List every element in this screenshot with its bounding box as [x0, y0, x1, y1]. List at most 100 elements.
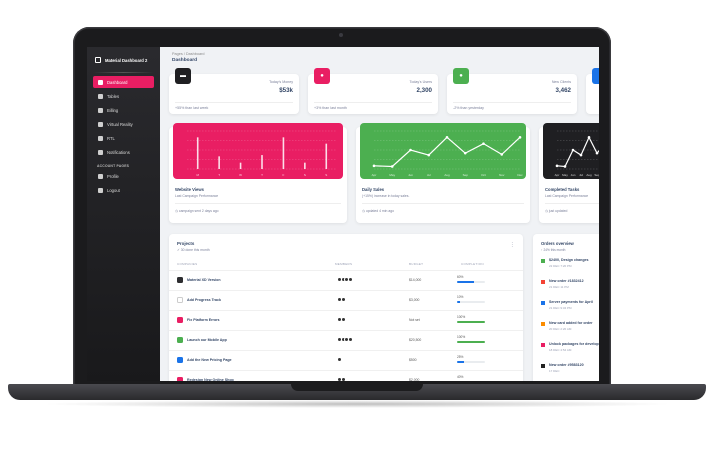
person-icon — [98, 173, 103, 179]
sidebar-account-nav: Profile Logout — [87, 170, 160, 196]
stat-card-users: ● Today's Users 2,300 +3% than last mont… — [308, 68, 438, 114]
x-tick-label: Jul — [579, 173, 583, 177]
order-text: $2400, Design changes — [549, 258, 589, 262]
project-name: Launch our Mobile App — [187, 338, 227, 342]
sidebar-item-virtual-reality[interactable]: Virtual Reality — [93, 118, 154, 130]
sidebar-item-profile[interactable]: Profile — [93, 170, 154, 182]
x-tick-label: Dec — [517, 173, 523, 177]
chart-point — [463, 151, 467, 155]
x-tick-label: Apr — [372, 173, 377, 177]
completion-percent: 100% — [457, 335, 466, 339]
avatar[interactable] — [340, 377, 346, 381]
member-avatars — [337, 377, 346, 381]
logout-icon — [98, 187, 103, 193]
completion-percent: 25% — [457, 355, 464, 359]
chart-point — [409, 148, 412, 152]
dashboard-icon — [98, 79, 103, 85]
sidebar-item-rtl[interactable]: RTL — [93, 132, 154, 144]
chart-card-website-views: M T W T F S S Website Views Last Campaign Perf… — [169, 123, 347, 223]
dashboard-screen: Material Dashboard 2 Dashboard Tables Bill… — [87, 47, 599, 381]
completion-progress-bar — [457, 281, 485, 283]
col-header-members: MEMBERS — [335, 262, 353, 266]
order-text: Server payments for April — [549, 300, 593, 304]
orders-overview-card: Orders overview ↑ 24% this month $2400, … — [533, 234, 599, 381]
member-avatars — [337, 357, 342, 362]
table-icon — [98, 93, 103, 99]
x-tick-label: Sep — [594, 173, 599, 177]
completion-percent: 10% — [457, 295, 464, 299]
col-header-completion: COMPLETION — [461, 262, 484, 266]
chart-bar — [261, 155, 263, 169]
x-tick-label: Jul — [427, 173, 431, 177]
completion-progress-bar — [457, 341, 485, 343]
chart-bar — [325, 143, 328, 169]
key-icon — [541, 343, 545, 347]
project-budget: $14,000 — [409, 278, 422, 282]
chart-card-daily-sales: Apr May Jun Jul Aug Sep Oct Nov Dec Daily Sales … — [356, 123, 530, 223]
sidebar-item-dashboard[interactable]: Dashboard — [93, 76, 154, 88]
stat-footer: +3% than last month — [314, 106, 347, 110]
sidebar-item-tables[interactable]: Tables — [93, 90, 154, 102]
x-tick-label: Jun — [408, 173, 413, 177]
chart-subtitle: (+15%) increase in today sales. — [362, 194, 410, 198]
x-tick-label: Oct — [481, 173, 486, 177]
code-icon — [541, 280, 545, 284]
table-row[interactable]: Fix Platform Errors Not set 100% — [169, 310, 523, 327]
stat-label: Today's Money — [269, 80, 293, 84]
chart-point — [595, 151, 599, 155]
person-icon: ● — [314, 68, 330, 84]
avatar[interactable] — [347, 337, 353, 342]
chart-subtitle: Last Campaign Performance — [545, 194, 589, 198]
avatar[interactable] — [340, 317, 346, 322]
x-tick-label: T — [261, 173, 263, 177]
order-date: 18 DEC 4:54 AM — [549, 348, 572, 352]
chart-card-completed-tasks: AprMayJunJulAugSepOctNovDec Completed Ta… — [539, 123, 599, 223]
avatar[interactable] — [340, 297, 346, 302]
projects-card: Projects ✓ 30 done this month · · · COMPAN… — [169, 234, 523, 381]
chart-point — [563, 165, 567, 168]
stat-divider — [453, 102, 571, 103]
avatar[interactable] — [347, 277, 353, 282]
chart-subtitle: Last Campaign Performance — [175, 194, 219, 198]
sidebar-item-billing[interactable]: Billing — [93, 104, 154, 116]
sidebar-section-heading: ACCOUNT PAGES — [97, 164, 130, 168]
project-name: Material XD Version — [187, 278, 221, 282]
col-header-companies: COMPANIES — [177, 262, 198, 266]
stat-label: Today's Users — [409, 80, 432, 84]
stat-icon — [592, 68, 599, 84]
brand[interactable]: Material Dashboard 2 — [87, 47, 160, 69]
chart-point — [518, 136, 522, 139]
table-row[interactable]: Add the New Pricing Page $500 25% — [169, 350, 523, 367]
avatar[interactable] — [337, 357, 342, 362]
table-row[interactable]: Add Progress Track $3,000 10% — [169, 290, 523, 307]
project-budget: $3,000 — [409, 298, 420, 302]
sidebar-item-label: Profile — [107, 173, 119, 179]
chart-panel: Apr May Jun Jul Aug Sep Oct Nov Dec — [360, 123, 526, 179]
breadcrumb[interactable]: Pages / Dashboard — [172, 52, 205, 56]
chart-footer: ◷ updated 4 min ago — [362, 209, 394, 213]
stat-value: 2,300 — [416, 87, 432, 94]
stat-footer: +55% than last week — [175, 106, 209, 110]
x-tick-label: Aug — [586, 173, 592, 177]
order-date: 20 DEC 2:20 AM — [549, 327, 572, 331]
sidebar-item-logout[interactable]: Logout — [93, 184, 154, 196]
chart-point — [587, 136, 591, 139]
company-logo-icon — [177, 317, 183, 323]
table-row[interactable]: Redesign New Online Shop $2,000 40% — [169, 370, 523, 381]
completion-progress-bar — [457, 301, 485, 303]
sidebar-nav: Dashboard Tables Billing Virtual Reality RTL… — [87, 76, 160, 158]
chart-point — [445, 136, 449, 139]
chart-panel: MTWTFSS — [173, 123, 343, 179]
project-name: Add Progress Track — [187, 298, 221, 302]
more-vert-icon[interactable]: · · · — [511, 241, 513, 250]
stat-value: $53k — [279, 87, 293, 94]
table-row[interactable]: Material XD Version $14,000 60% — [169, 270, 523, 287]
member-avatars — [337, 317, 346, 322]
chart-bar — [304, 162, 306, 169]
sidebar-item-notifications[interactable]: Notifications — [93, 146, 154, 158]
chart-point — [482, 142, 485, 145]
table-row[interactable]: Launch our Mobile App $20,500 100% — [169, 330, 523, 347]
stat-label: New Clients — [551, 80, 571, 84]
x-tick-label: May — [562, 173, 568, 177]
completed-tasks-chart: AprMayJunJulAugSepOctNovDec — [555, 130, 599, 177]
